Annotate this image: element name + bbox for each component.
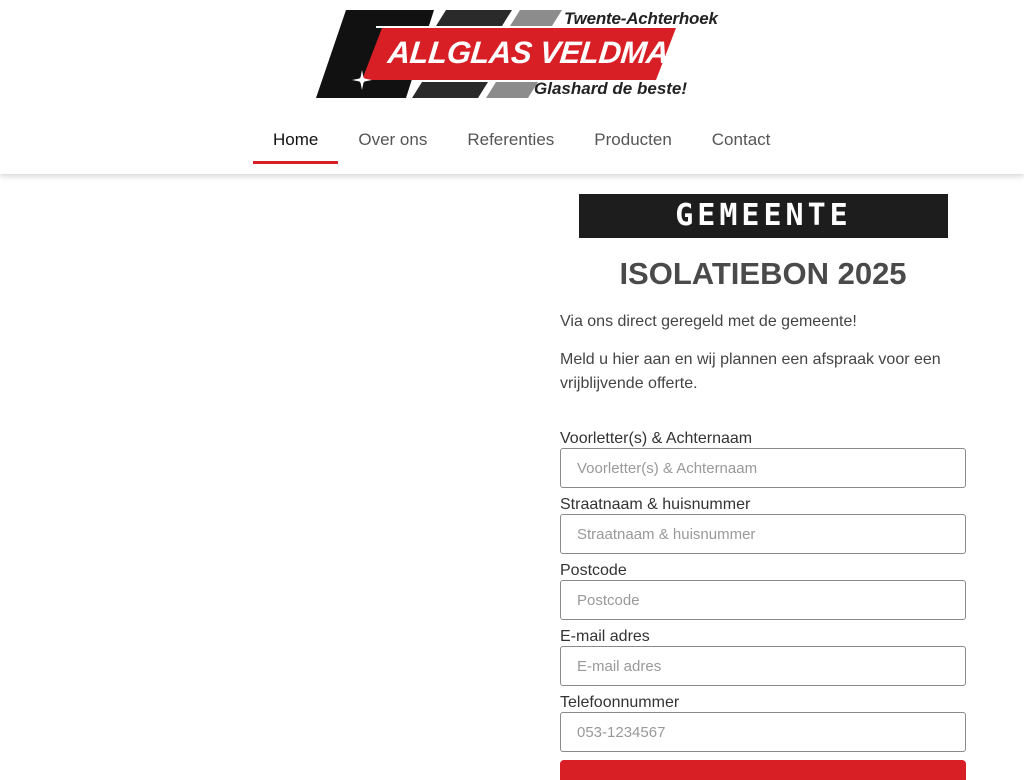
postcode-field[interactable] — [560, 580, 966, 620]
name-label: Voorletter(s) & Achternaam — [560, 430, 753, 447]
nav-item-producten[interactable]: Producten — [574, 118, 692, 164]
phone-field[interactable] — [560, 712, 966, 752]
brand-name: ALLGLAS VELDMAN BV — [386, 35, 743, 70]
phone-label: Telefoonnummer — [560, 694, 680, 711]
email-label: E-mail adres — [560, 628, 650, 645]
address-label: Straatnaam & huisnummer — [560, 496, 751, 513]
nav-item-contact[interactable]: Contact — [692, 118, 791, 164]
site-header: Twente-Achterhoek ALLGLAS VELDMAN BV Gla… — [0, 0, 1024, 174]
submit-button[interactable] — [560, 760, 966, 780]
postcode-label: Postcode — [560, 562, 627, 579]
page-title: ISOLATIEBON 2025 — [619, 256, 907, 291]
signup-form: Voorletter(s) & Achternaam Straatnaam & … — [560, 430, 966, 752]
intro-text-2: Meld u hier aan en wij plannen een afspr… — [560, 351, 941, 392]
address-field[interactable] — [560, 514, 966, 554]
nav-item-home[interactable]: Home — [253, 118, 339, 164]
nav-item-referenties[interactable]: Referenties — [447, 118, 574, 164]
nav-item-over-ons[interactable]: Over ons — [338, 118, 447, 164]
main-nav: Home Over ons Referenties Producten Cont… — [253, 118, 790, 164]
name-field[interactable] — [560, 448, 966, 488]
brand-slogan: Glashard de beste! — [534, 79, 688, 98]
intro-text: Via ons direct geregeld met de gemeente! — [560, 313, 857, 330]
municipality-badge: GEMEENTE ENSCHEDE — [579, 194, 948, 277]
main-content: GEMEENTE ENSCHEDE ISOLATIEBON 2025 Via o… — [560, 194, 966, 760]
email-field[interactable] — [560, 646, 966, 686]
brand-region: Twente-Achterhoek — [564, 9, 718, 28]
